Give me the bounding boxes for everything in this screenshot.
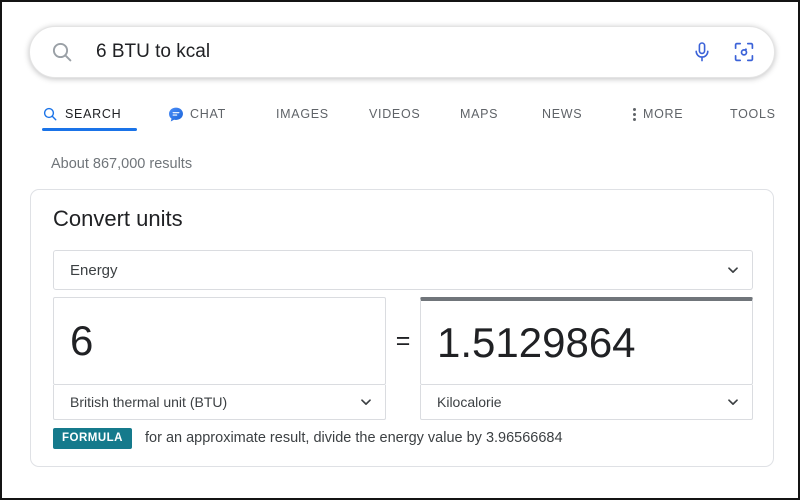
search-nav-tabs: SEARCH CHAT IMAGES VIDEOS MAPS NEWS MORE… [42, 94, 782, 134]
tab-label: IMAGES [276, 107, 329, 121]
tab-news[interactable]: NEWS [542, 94, 582, 134]
chevron-down-icon [359, 395, 373, 409]
search-icon [42, 106, 58, 122]
overflow-dots-icon [632, 107, 636, 121]
to-group: 1.5129864 Kilocalorie [420, 297, 753, 420]
tab-label: VIDEOS [369, 107, 421, 121]
chevron-down-icon [726, 395, 740, 409]
search-input[interactable]: 6 BTU to kcal [96, 40, 690, 64]
formula-description: for an approximate result, divide the en… [145, 430, 563, 447]
microphone-icon[interactable] [690, 40, 714, 64]
to-unit-select[interactable]: Kilocalorie [420, 385, 753, 420]
search-bar[interactable]: 6 BTU to kcal [29, 26, 775, 78]
tab-label: CHAT [190, 107, 226, 121]
formula-row: FORMULA for an approximate result, divid… [53, 428, 563, 449]
tab-videos[interactable]: VIDEOS [369, 94, 420, 134]
to-unit-value: Kilocalorie [437, 394, 502, 410]
search-icon [50, 40, 74, 64]
search-results-page: 6 BTU to kcal SEARCH CHAT IMAGES VIDEOS … [0, 0, 800, 500]
from-group: 6 British thermal unit (BTU) [53, 297, 386, 420]
tab-label: TOOLS [730, 107, 776, 121]
tab-chat[interactable]: CHAT [167, 94, 226, 134]
chevron-down-icon [726, 263, 740, 277]
tab-maps[interactable]: MAPS [460, 94, 498, 134]
results-count: About 867,000 results [51, 156, 193, 172]
from-unit-select[interactable]: British thermal unit (BTU) [53, 385, 386, 420]
card-title: Convert units [53, 206, 183, 231]
chat-bubble-icon [167, 106, 183, 122]
category-select[interactable]: Energy [53, 250, 753, 290]
tab-tools[interactable]: TOOLS [730, 94, 776, 134]
unit-converter-card: Convert units Energy 6 British thermal u… [30, 189, 774, 467]
to-value: 1.5129864 [437, 318, 636, 366]
from-value-input[interactable]: 6 [53, 297, 386, 385]
conversion-row: 6 British thermal unit (BTU) = 1.5129864 [53, 297, 753, 420]
tab-label: MAPS [460, 107, 499, 121]
from-unit-value: British thermal unit (BTU) [70, 394, 228, 410]
active-tab-indicator [42, 128, 137, 131]
equals-sign: = [395, 326, 411, 355]
tab-label: SEARCH [65, 107, 122, 121]
from-value: 6 [70, 317, 94, 364]
tab-label: NEWS [542, 107, 583, 121]
google-lens-icon[interactable] [732, 40, 756, 64]
category-value: Energy [70, 261, 118, 279]
tab-label: MORE [643, 107, 684, 121]
tab-images[interactable]: IMAGES [276, 94, 329, 134]
formula-badge: FORMULA [53, 428, 132, 449]
to-value-input[interactable]: 1.5129864 [420, 297, 753, 385]
tab-more[interactable]: MORE [632, 94, 683, 134]
